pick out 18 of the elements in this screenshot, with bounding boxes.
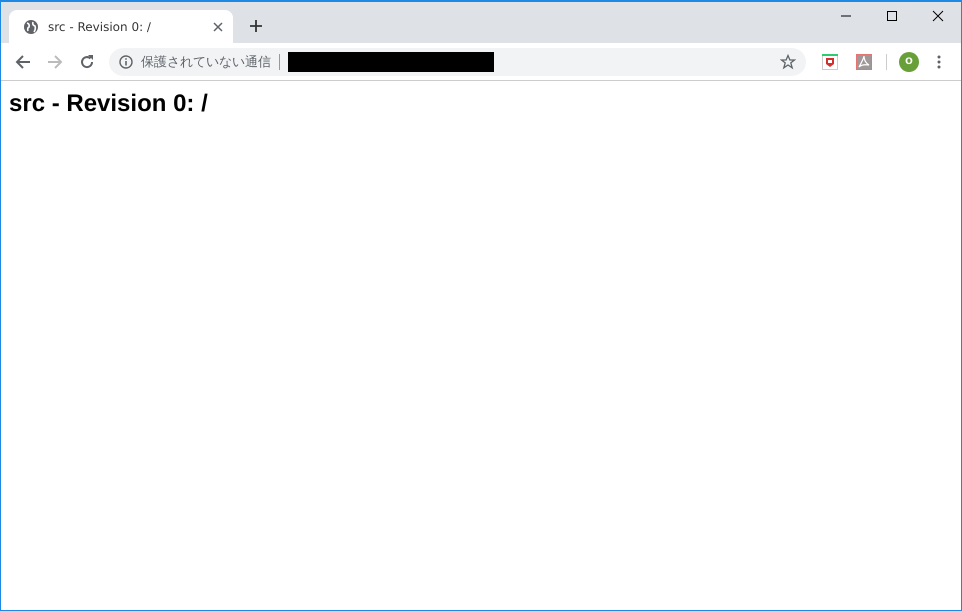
pdf-extension-icon[interactable]	[856, 54, 872, 70]
close-icon[interactable]	[932, 10, 944, 22]
new-tab-icon[interactable]	[249, 19, 263, 33]
shield-extension-icon[interactable]	[822, 54, 838, 70]
address-bar[interactable]: 保護されていない通信	[109, 48, 806, 76]
info-icon[interactable]	[119, 54, 133, 68]
globe-icon	[23, 18, 39, 34]
menu-icon[interactable]	[937, 54, 941, 68]
back-arrow-icon[interactable]	[15, 54, 31, 70]
page-heading: src - Revision 0: /	[9, 90, 209, 118]
close-icon[interactable]	[213, 22, 223, 32]
profile-avatar[interactable]: O	[899, 52, 919, 72]
reload-icon[interactable]	[79, 54, 95, 70]
maximize-icon[interactable]	[886, 10, 898, 22]
tab-title: src - Revision 0: /	[48, 20, 152, 34]
browser-tab[interactable]: src - Revision 0: /	[9, 10, 233, 43]
security-label: 保護されていない通信	[141, 54, 271, 70]
star-icon[interactable]	[780, 54, 796, 70]
